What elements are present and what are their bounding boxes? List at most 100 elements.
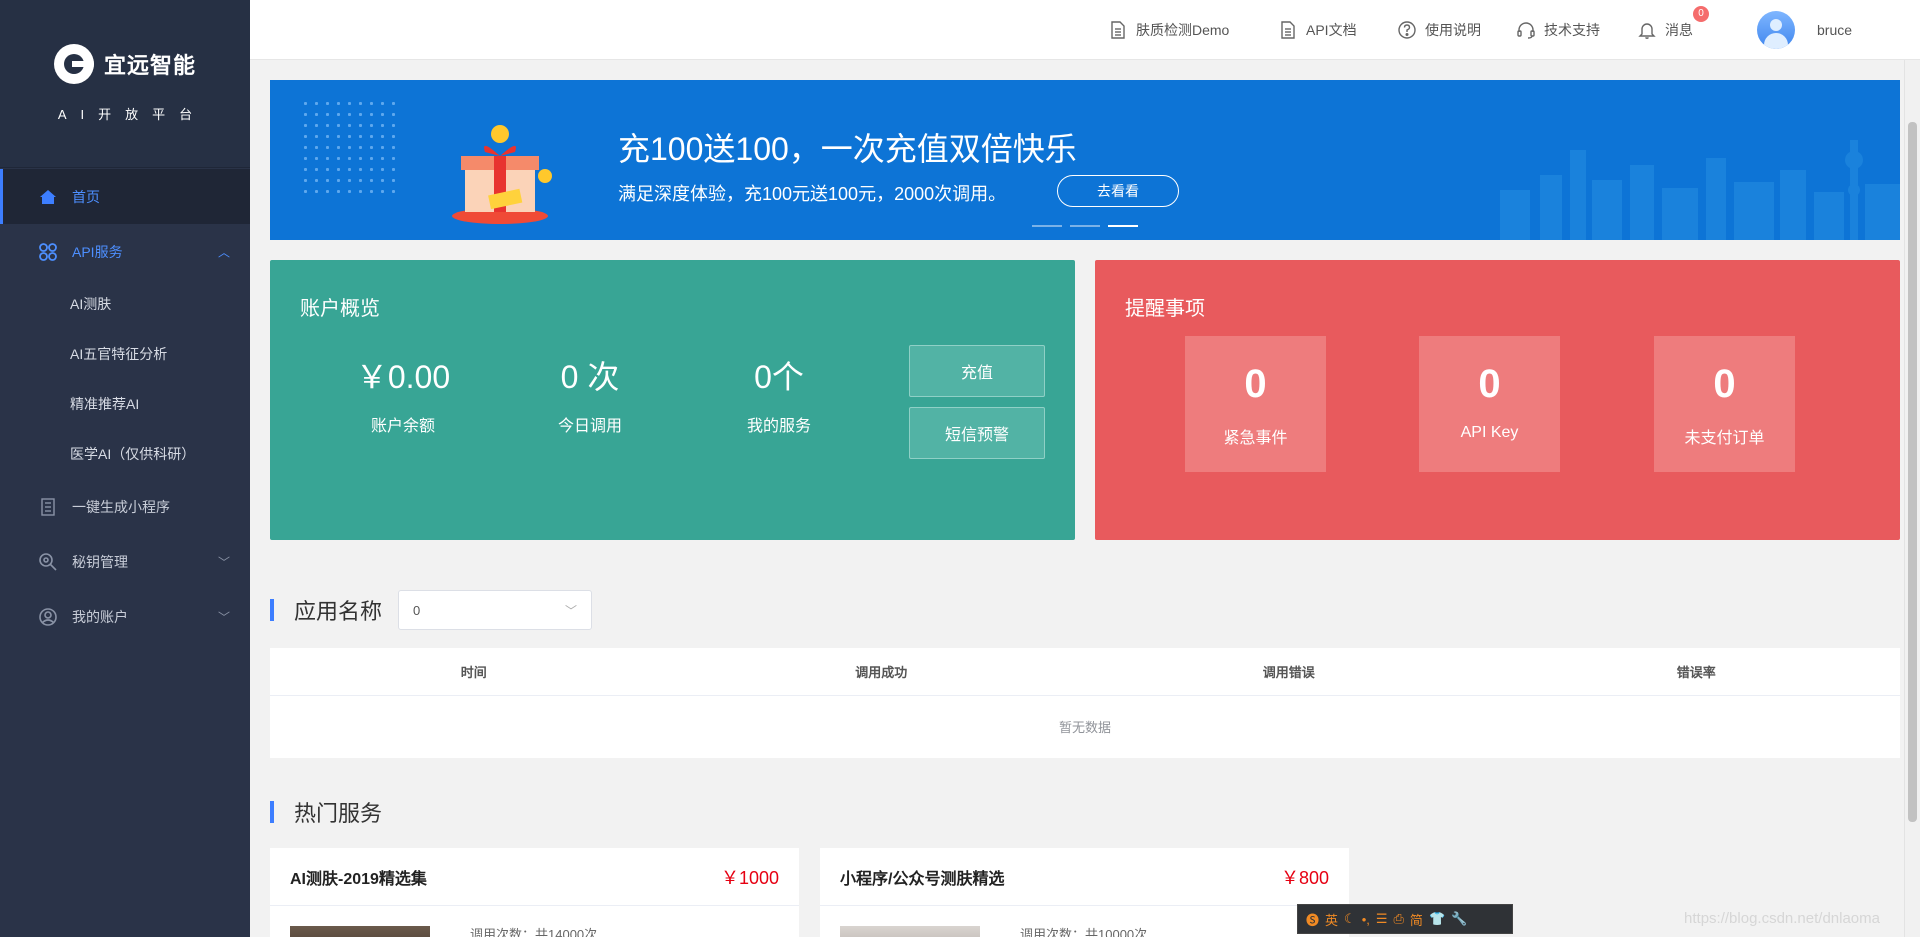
brand-logo-icon — [53, 44, 94, 84]
keyboard-icon[interactable]: ☰ — [1376, 911, 1388, 927]
sidebar-subitem-ai-skin[interactable]: AI测肤 — [0, 279, 250, 329]
sidebar-subitem-recommend[interactable]: 精准推荐AI — [0, 379, 250, 429]
service-call-count: 调用次数：共10000次 — [1020, 927, 1148, 937]
sidebar-item-key-management[interactable]: 秘钥管理 ﹀ — [0, 534, 250, 589]
demo-link[interactable]: 肤质检测Demo — [1108, 0, 1229, 60]
unpaid-orders-count: 0 — [1713, 362, 1736, 406]
sidebar-item-home[interactable]: 首页 — [0, 169, 250, 224]
table-header: 时间 调用成功 调用错误 错误率 — [270, 648, 1900, 696]
grid-icon — [38, 242, 58, 262]
sidebar-item-label: 秘钥管理 — [72, 553, 128, 570]
my-services-stat: 0个 我的服务 — [684, 352, 874, 436]
tech-support-link[interactable]: 技术支持 — [1516, 0, 1600, 60]
urgent-events-box[interactable]: 0 紧急事件 — [1185, 336, 1326, 472]
carousel-indicators — [1032, 225, 1138, 227]
ime-logo-icon[interactable]: 🅢 — [1306, 910, 1319, 929]
chevron-down-icon: ﹀ — [217, 610, 230, 624]
reminders-card: 提醒事项 0 紧急事件 0 API Key 0 未支付订单 — [1095, 260, 1900, 540]
reminders-title: 提醒事项 — [1125, 298, 1205, 320]
my-services-label: 我的服务 — [746, 418, 811, 435]
ime-language-toggle[interactable]: 英 — [1325, 910, 1338, 929]
hot-services-title: 热门服务 — [294, 801, 383, 826]
sidebar-item-my-account[interactable]: 我的账户 ﹀ — [0, 589, 250, 644]
sidebar-item-label: API服务 — [72, 243, 123, 260]
urgent-events-count: 0 — [1244, 362, 1267, 406]
app-select-value: 0 — [413, 602, 421, 618]
sidebar-item-mini-program[interactable]: 一键生成小程序 — [0, 479, 250, 534]
messages-label: 消息 0 — [1665, 6, 1709, 40]
avatar — [1757, 11, 1795, 49]
banner-view-button[interactable]: 去看看 — [1057, 175, 1179, 207]
headset-icon — [1517, 22, 1535, 39]
sidebar: 宜远智能 AI开放平台 首页 API服务 ︿ AI测肤 AI五官特征分析 精准推… — [0, 0, 250, 937]
service-call-count: 调用次数：共14000次 — [470, 927, 598, 937]
column-header-time[interactable]: 时间 — [270, 648, 678, 695]
promo-banner[interactable]: 充100送100，一次充值双倍快乐 满足深度体验，充100元送100元，2000… — [270, 80, 1900, 240]
key-search-icon — [38, 552, 58, 572]
username: bruce — [1817, 22, 1853, 38]
brand: 宜远智能 AI开放平台 — [0, 0, 250, 168]
banner-title: 充100送100，一次充值双倍快乐 — [618, 131, 1077, 167]
moon-icon[interactable]: ☾ — [1344, 911, 1356, 927]
printer-icon[interactable]: ⎙ — [1394, 911, 1404, 927]
wrench-icon[interactable]: 🔧 — [1451, 911, 1467, 927]
api-key-label: API Key — [1460, 424, 1519, 441]
carousel-dot-active[interactable] — [1108, 225, 1138, 227]
dot-pattern-decoration — [300, 98, 400, 198]
sidebar-subitem-medical[interactable]: 医学AI（仅供科研） — [0, 429, 250, 479]
brand-subtitle: AI开放平台 — [57, 107, 207, 122]
carousel-dot[interactable] — [1070, 225, 1100, 227]
unpaid-orders-label: 未支付订单 — [1684, 430, 1765, 447]
recharge-button[interactable]: 充值 — [909, 345, 1045, 397]
unpaid-orders-box[interactable]: 0 未支付订单 — [1654, 336, 1795, 472]
app-section-header: 应用名称 0 ﹀ — [270, 590, 593, 630]
sidebar-item-label: 首页 — [72, 188, 100, 205]
section-accent-bar — [270, 801, 274, 823]
app-section-title: 应用名称 — [294, 599, 383, 624]
scrollbar-thumb[interactable] — [1908, 122, 1917, 822]
service-price: ￥1000 — [720, 867, 779, 888]
gift-box-icon — [452, 125, 552, 224]
ime-toolbar[interactable]: 🅢 英 ☾ •, ☰ ⎙ 简 👕 🔧 — [1297, 904, 1513, 934]
ime-simplified-toggle[interactable]: 简 — [1410, 910, 1423, 929]
service-card[interactable]: AI测肤-2019精选集 ￥1000 调用次数：共14000次 — [270, 848, 799, 937]
service-price: ￥800 — [1280, 867, 1329, 888]
section-accent-bar — [270, 599, 274, 621]
message-count-badge: 0 — [1693, 6, 1709, 22]
hot-services-header: 热门服务 — [270, 796, 382, 828]
tech-support-label: 技术支持 — [1544, 22, 1600, 38]
vertical-scrollbar[interactable] — [1904, 60, 1920, 937]
call-stats-table: 时间 调用成功 调用错误 错误率 暂无数据 — [270, 648, 1900, 758]
column-header-error-rate[interactable]: 错误率 — [1493, 648, 1901, 695]
balance-label: 账户余额 — [370, 418, 435, 435]
help-circle-icon — [1398, 21, 1416, 39]
service-card[interactable]: 小程序/公众号测肤精选 ￥800 调用次数：共10000次 — [820, 848, 1349, 937]
document-icon — [1111, 21, 1125, 39]
app-select[interactable]: 0 ﹀ — [398, 590, 593, 630]
user-menu[interactable]: bruce — [1757, 0, 1852, 60]
sidebar-nav: 首页 API服务 ︿ AI测肤 AI五官特征分析 精准推荐AI 医学AI（仅供科… — [0, 169, 250, 644]
punctuation-icon[interactable]: •, — [1362, 912, 1370, 927]
api-key-count: 0 — [1478, 362, 1501, 406]
my-services-value: 0个 — [754, 359, 804, 395]
sidebar-item-api-services[interactable]: API服务 ︿ — [0, 224, 250, 279]
api-docs-link[interactable]: API文档 — [1278, 0, 1357, 60]
chevron-up-icon: ︿ — [217, 245, 230, 259]
messages-link[interactable]: 消息 0 — [1637, 0, 1709, 60]
balance-stat: ￥0.00 账户余额 — [308, 352, 498, 436]
sms-alert-button[interactable]: 短信预警 — [909, 407, 1045, 459]
column-header-error[interactable]: 调用错误 — [1085, 648, 1493, 695]
sidebar-subitem-facial-features[interactable]: AI五官特征分析 — [0, 329, 250, 379]
today-calls-value: 0 次 — [560, 359, 620, 395]
account-overview-title: 账户概览 — [300, 298, 380, 320]
carousel-dot[interactable] — [1032, 225, 1062, 227]
document-icon — [38, 497, 58, 517]
shirt-icon[interactable]: 👕 — [1429, 911, 1445, 927]
service-name: AI测肤-2019精选集 — [290, 870, 427, 888]
api-docs-label: API文档 — [1306, 22, 1357, 38]
api-key-box[interactable]: 0 API Key — [1419, 336, 1560, 472]
sidebar-item-label: 一键生成小程序 — [72, 498, 170, 515]
usage-guide-link[interactable]: 使用说明 — [1397, 0, 1481, 60]
column-header-success[interactable]: 调用成功 — [678, 648, 1086, 695]
sidebar-item-label: 我的账户 — [72, 608, 128, 625]
